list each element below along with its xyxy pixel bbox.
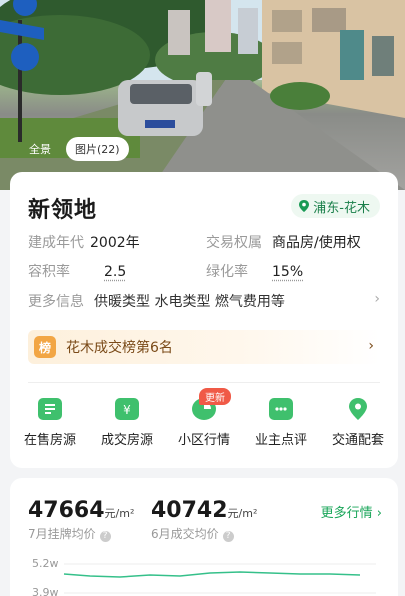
- location-tag[interactable]: 浦东-花木: [291, 194, 380, 218]
- attr-plot-ratio[interactable]: 容积率 2.5: [28, 261, 126, 281]
- rank-badge-icon: 榜: [34, 336, 56, 358]
- community-photo[interactable]: 全景 图片(22): [0, 0, 405, 190]
- rank-banner[interactable]: 榜 花木成交榜第6名 ›: [28, 330, 380, 364]
- location-text: 浦东-花木: [313, 197, 370, 216]
- listing-price: 47664元/m²: [28, 498, 134, 523]
- y-tick-label: 5.2w: [32, 557, 59, 570]
- more-info-label: 更多信息: [28, 294, 84, 310]
- attr-build-year: 建成年代 2002年: [28, 232, 140, 252]
- attr-ownership: 交易权属 商品房/使用权: [206, 232, 361, 252]
- location-pin-icon: [299, 200, 309, 212]
- deal-price-label: 6月成交均价?: [151, 525, 234, 542]
- nav-sold[interactable]: ¥ 成交房源: [89, 394, 165, 448]
- nav-transport[interactable]: 交通配套: [320, 394, 396, 448]
- svg-text:¥: ¥: [123, 403, 131, 417]
- listing-price-label: 7月挂牌均价?: [28, 525, 111, 542]
- community-title: 新领地: [28, 192, 97, 224]
- chevron-right-icon: ›: [368, 338, 374, 354]
- more-trend-link[interactable]: 更多行情 ›: [321, 502, 382, 521]
- deal-price: 40742元/m²: [151, 498, 257, 523]
- price-trend-card: 47664元/m² 7月挂牌均价? 40742元/m² 6月成交均价? 更多行情…: [10, 478, 398, 596]
- nav-market[interactable]: 更新 小区行情: [166, 394, 242, 448]
- location-icon: [346, 398, 370, 420]
- nav-for-sale[interactable]: 在售房源: [12, 394, 88, 448]
- community-info-card: 新领地 浦东-花木 建成年代 2002年 交易权属 商品房/使用权 容积率 2.5 绿…: [10, 172, 398, 468]
- help-icon: ?: [100, 531, 111, 542]
- help-icon: ?: [223, 531, 234, 542]
- comment-icon: [269, 398, 293, 420]
- y-tick-label: 3.9w: [32, 586, 59, 596]
- for-sale-icon: [38, 398, 62, 420]
- tab-photos[interactable]: 图片(22): [66, 137, 129, 161]
- nav-comments[interactable]: 业主点评: [243, 394, 319, 448]
- more-info-row[interactable]: 更多信息 供暖类型 水电类型 燃气费用等 ›: [28, 291, 380, 311]
- tab-panorama[interactable]: 全景: [20, 137, 60, 161]
- rank-text: 花木成交榜第6名: [66, 337, 173, 357]
- more-info-value: 供暖类型 水电类型 燃气费用等: [94, 294, 285, 310]
- update-badge: 更新: [199, 388, 231, 405]
- feature-nav: 在售房源 ¥ 成交房源 更新 小区行情 业主点评 交通配套: [10, 394, 398, 454]
- chevron-right-icon: ›: [374, 291, 380, 307]
- attr-green-ratio[interactable]: 绿化率 15%: [206, 261, 303, 281]
- sold-icon: ¥: [115, 398, 139, 420]
- trend-line: [64, 572, 360, 577]
- divider: [28, 382, 380, 383]
- street-scene-image: [0, 0, 405, 190]
